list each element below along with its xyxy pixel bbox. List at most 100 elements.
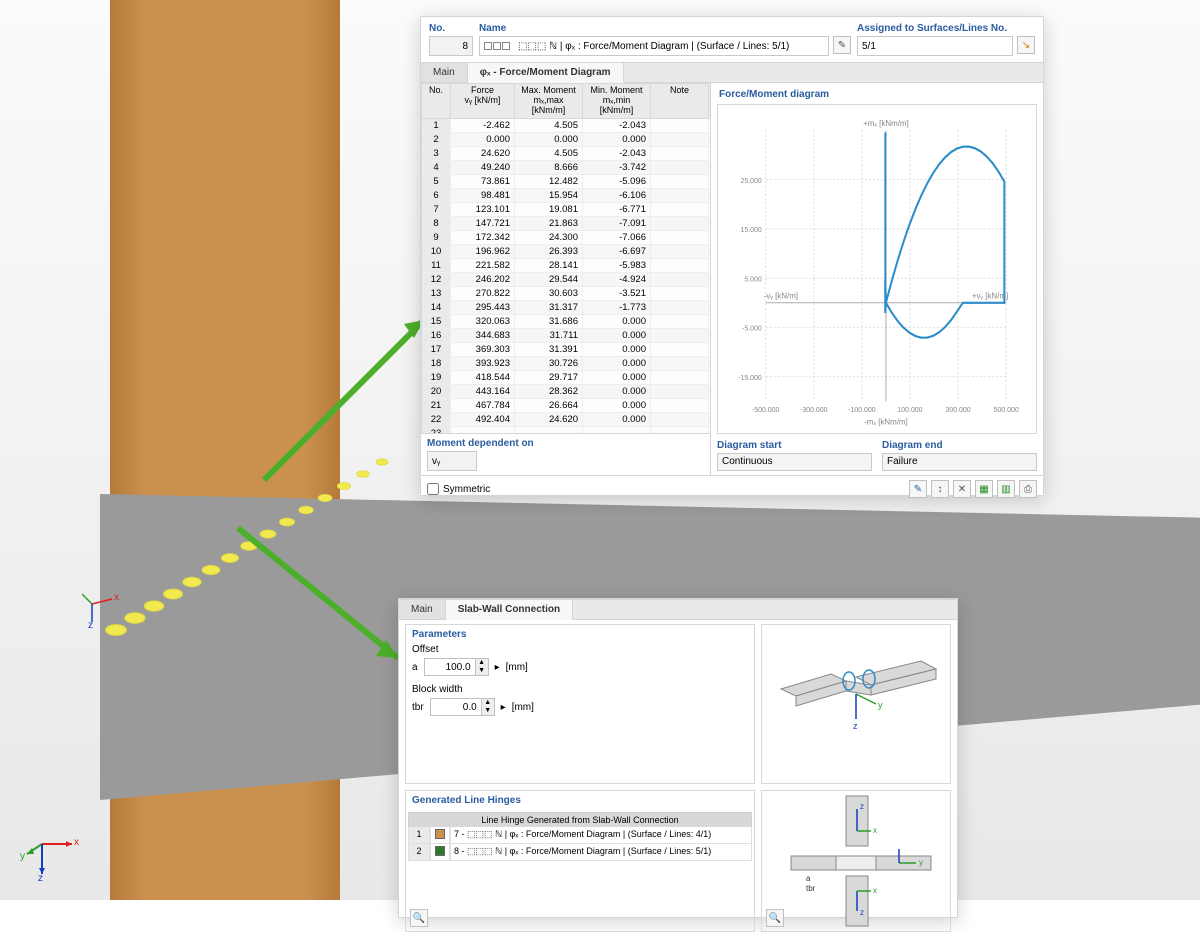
name-value: ⬚⬚⬚ ℕ | φₓ : Force/Moment Diagram | (Sur…	[518, 41, 789, 52]
parameters-section: Parameters Offset a ▲▼ ▸ [mm] Block widt…	[405, 624, 755, 784]
table-row[interactable]: 7123.10119.081-6.771	[421, 203, 710, 217]
tab2-slab-wall[interactable]: Slab-Wall Connection	[446, 600, 573, 620]
svg-text:z: z	[853, 721, 858, 731]
tool-excel-out-icon[interactable]: ▦	[975, 480, 993, 498]
tab-main[interactable]: Main	[421, 63, 468, 82]
tab-diagram[interactable]: φₓ - Force/Moment Diagram	[468, 63, 624, 83]
table-row[interactable]: 19418.54429.7170.000	[421, 371, 710, 385]
data-table-area: No. Forcevᵧ [kN/m] Max. Momentmₓ,max [kN…	[421, 83, 711, 475]
table-row[interactable]: 18393.92330.7260.000	[421, 357, 710, 371]
name-field[interactable]: ⬚⬚⬚ ℕ | φₓ : Force/Moment Diagram | (Sur…	[479, 36, 829, 56]
section-preview: a tbr z x y z x 🔍	[761, 790, 951, 932]
assigned-field[interactable]: 5/1	[857, 36, 1013, 56]
gen-row[interactable]: 28 - ⬚⬚⬚ ℕ | φₓ : Force/Moment Diagram |…	[408, 844, 752, 861]
svg-text:25.000: 25.000	[740, 177, 761, 185]
diagram-end-label: Diagram end	[882, 440, 1037, 451]
generated-hinges-section: Generated Line Hinges Line Hinge Generat…	[405, 790, 755, 932]
diagram-end-field[interactable]: Failure	[882, 453, 1037, 471]
spin-up-icon[interactable]: ▲	[482, 699, 494, 707]
block-symbol: tbr	[412, 702, 424, 713]
force-moment-chart: -500.000-300.000-100.000100.000300.00050…	[717, 104, 1037, 434]
table-row[interactable]: 573.86112.482-5.096	[421, 175, 710, 189]
tool-clear-icon[interactable]: ✕	[953, 480, 971, 498]
svg-text:500.000: 500.000	[994, 406, 1019, 414]
table-row[interactable]: 22492.40424.6200.000	[421, 413, 710, 427]
assigned-label: Assigned to Surfaces/Lines No.	[857, 23, 1035, 34]
col-note: Note	[651, 83, 709, 119]
tool-sort-icon[interactable]: ↕	[931, 480, 949, 498]
info-icon[interactable]: 🔍	[410, 909, 428, 927]
slab-wall-connection-panel: Main Slab-Wall Connection Parameters Off…	[398, 598, 958, 918]
svg-text:x: x	[873, 826, 877, 835]
pick-icon[interactable]: ↘	[1017, 36, 1035, 54]
svg-text:-vᵧ [kN/m]: -vᵧ [kN/m]	[764, 291, 798, 300]
iso-preview: y z	[761, 624, 951, 784]
svg-text:z: z	[860, 908, 864, 917]
tab2-main[interactable]: Main	[399, 600, 446, 619]
col-min: Min. Momentmₓ,min [kNm/m]	[583, 83, 651, 119]
table-row[interactable]: 13270.82230.603-3.521	[421, 287, 710, 301]
panel-header: No. 8 Name ⬚⬚⬚ ℕ | φₓ : Force/Moment Dia…	[421, 17, 1043, 58]
moment-dep-field[interactable]: vᵧ	[427, 451, 477, 471]
table-row[interactable]: 16344.68331.7110.000	[421, 329, 710, 343]
table-row[interactable]: 449.2408.666-3.742	[421, 161, 710, 175]
svg-text:y: y	[919, 858, 923, 867]
table-row[interactable]: 15320.06331.6860.000	[421, 315, 710, 329]
offset-label: Offset	[412, 644, 439, 655]
table-row[interactable]: 698.48115.954-6.106	[421, 189, 710, 203]
block-unit: [mm]	[512, 702, 534, 713]
edit-name-icon[interactable]: ✎	[833, 36, 851, 54]
table-row[interactable]: 20443.16428.3620.000	[421, 385, 710, 399]
col-max: Max. Momentmₓ,max [kNm/m]	[515, 83, 583, 119]
axis-triad-global: x y z	[22, 829, 82, 882]
zoom-preview-icon[interactable]: 🔍	[766, 909, 784, 927]
svg-text:100.000: 100.000	[897, 406, 922, 414]
svg-text:+mₓ [kNm/m]: +mₓ [kNm/m]	[863, 119, 909, 128]
symmetric-checkbox[interactable]: Symmetric	[427, 483, 490, 495]
table-row[interactable]: 17369.30331.3910.000	[421, 343, 710, 357]
table-row[interactable]: 324.6204.505-2.043	[421, 147, 710, 161]
table-row[interactable]: 21467.78426.6640.000	[421, 399, 710, 413]
panel1-tabs: Main φₓ - Force/Moment Diagram	[421, 62, 1043, 83]
table-row[interactable]: 9172.34224.300-7.066	[421, 231, 710, 245]
svg-text:-5.000: -5.000	[742, 324, 762, 332]
axis-triad-local: x z	[82, 584, 122, 627]
panel1-footer: Symmetric ✎ ↕ ✕ ▦ ▥ ⎙	[421, 475, 1043, 502]
table-header: No. Forcevᵧ [kN/m] Max. Momentmₓ,max [kN…	[421, 83, 710, 119]
tool-excel-in-icon[interactable]: ▥	[997, 480, 1015, 498]
gen-row[interactable]: 17 - ⬚⬚⬚ ℕ | φₓ : Force/Moment Diagram |…	[408, 827, 752, 844]
no-field[interactable]: 8	[429, 36, 473, 56]
parameters-title: Parameters	[412, 629, 748, 640]
tool-print-icon[interactable]: ⎙	[1019, 480, 1037, 498]
block-stepper[interactable]: ▲▼	[430, 698, 495, 716]
spin-down-icon[interactable]: ▼	[482, 707, 494, 715]
offset-symbol: a	[412, 662, 418, 673]
chart-title: Force/Moment diagram	[717, 87, 1037, 104]
table-row[interactable]: 20.0000.0000.000	[421, 133, 710, 147]
force-moment-diagram-panel: No. 8 Name ⬚⬚⬚ ℕ | φₓ : Force/Moment Dia…	[420, 16, 1044, 496]
table-row[interactable]: 14295.44331.317-1.773	[421, 301, 710, 315]
svg-text:a: a	[806, 874, 811, 883]
offset-stepper[interactable]: ▲▼	[424, 658, 489, 676]
offset-unit: [mm]	[506, 662, 528, 673]
table-row[interactable]: 10196.96226.393-6.697	[421, 245, 710, 259]
svg-text:y: y	[878, 700, 883, 710]
svg-text:-mₓ [kNm/m]: -mₓ [kNm/m]	[864, 417, 908, 426]
col-force: Forcevᵧ [kN/m]	[451, 83, 515, 119]
svg-text:-100.000: -100.000	[848, 406, 875, 414]
table-row[interactable]: 11221.58228.141-5.983	[421, 259, 710, 273]
table-row[interactable]: 1-2.4624.505-2.043	[421, 119, 710, 133]
table-row[interactable]: 8147.72121.863-7.091	[421, 217, 710, 231]
svg-text:5.000: 5.000	[744, 275, 761, 283]
col-no: No.	[421, 83, 451, 119]
table-row[interactable]: 12246.20229.544-4.924	[421, 273, 710, 287]
name-label: Name	[479, 23, 851, 34]
tool-edit-icon[interactable]: ✎	[909, 480, 927, 498]
svg-text:z: z	[860, 802, 864, 811]
svg-text:-500.000: -500.000	[752, 406, 779, 414]
gen-table-header: Line Hinge Generated from Slab-Wall Conn…	[408, 812, 752, 827]
spin-up-icon[interactable]: ▲	[476, 659, 488, 667]
diagram-start-field[interactable]: Continuous	[717, 453, 872, 471]
spin-down-icon[interactable]: ▼	[476, 667, 488, 675]
table-body[interactable]: 1-2.4624.505-2.04320.0000.0000.000324.62…	[421, 119, 710, 433]
